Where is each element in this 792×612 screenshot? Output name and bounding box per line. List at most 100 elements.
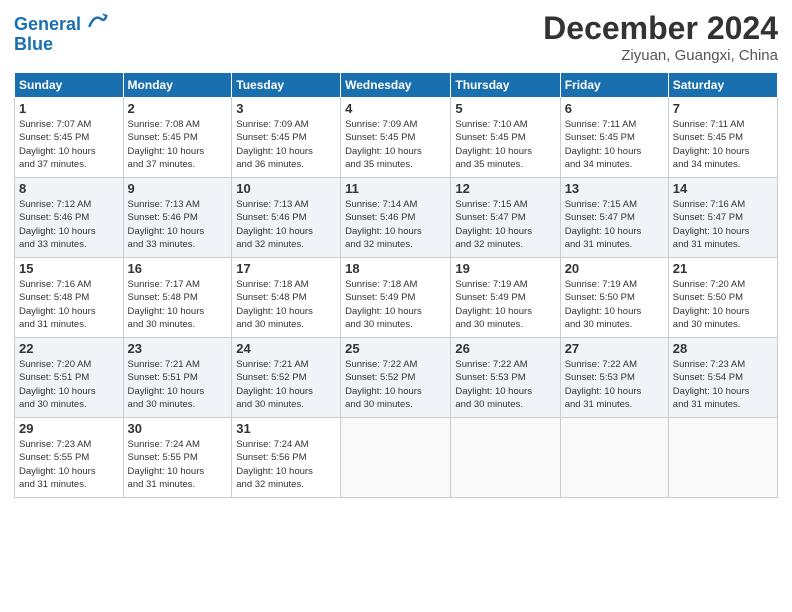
day-info: Sunrise: 7:20 AM Sunset: 5:50 PM Dayligh… bbox=[673, 278, 773, 331]
day-number: 18 bbox=[345, 261, 446, 276]
day-info: Sunrise: 7:09 AM Sunset: 5:45 PM Dayligh… bbox=[345, 118, 446, 171]
day-number: 6 bbox=[565, 101, 664, 116]
day-info: Sunrise: 7:18 AM Sunset: 5:48 PM Dayligh… bbox=[236, 278, 336, 331]
day-number: 16 bbox=[128, 261, 228, 276]
day-number: 14 bbox=[673, 181, 773, 196]
calendar-cell: 7Sunrise: 7:11 AM Sunset: 5:45 PM Daylig… bbox=[668, 98, 777, 178]
calendar-cell: 4 Sunrise: 7:09 AM Sunset: 5:45 PM Daylig… bbox=[341, 98, 451, 178]
calendar-table: Sunday Monday Tuesday Wednesday Thursday… bbox=[14, 72, 778, 498]
page-header: General Blue December 2024 Ziyuan, Guang… bbox=[14, 10, 778, 64]
calendar-cell: 28Sunrise: 7:23 AM Sunset: 5:54 PM Dayli… bbox=[668, 338, 777, 418]
page-container: General Blue December 2024 Ziyuan, Guang… bbox=[0, 0, 792, 508]
day-number: 3 bbox=[236, 101, 336, 116]
calendar-cell: 6 Sunrise: 7:11 AM Sunset: 5:45 PM Daylig… bbox=[560, 98, 668, 178]
calendar-cell: 19Sunrise: 7:19 AM Sunset: 5:49 PM Dayli… bbox=[451, 258, 560, 338]
day-info: Sunrise: 7:21 AM Sunset: 5:51 PM Dayligh… bbox=[128, 358, 228, 411]
day-number: 17 bbox=[236, 261, 336, 276]
calendar-cell: 23 Sunrise: 7:21 AM Sunset: 5:51 PM Dayli… bbox=[123, 338, 232, 418]
day-number: 20 bbox=[565, 261, 664, 276]
calendar-cell: 2Sunrise: 7:08 AM Sunset: 5:45 PM Daylig… bbox=[123, 98, 232, 178]
day-number: 25 bbox=[345, 341, 446, 356]
header-tuesday: Tuesday bbox=[232, 73, 341, 98]
calendar-cell: 29Sunrise: 7:23 AM Sunset: 5:55 PM Dayli… bbox=[15, 418, 124, 498]
calendar-cell: 3 Sunrise: 7:09 AM Sunset: 5:45 PM Daylig… bbox=[232, 98, 341, 178]
calendar-cell: 22 Sunrise: 7:20 AM Sunset: 5:51 PM Dayli… bbox=[15, 338, 124, 418]
calendar-cell: 27 Sunrise: 7:22 AM Sunset: 5:53 PM Dayli… bbox=[560, 338, 668, 418]
title-block: December 2024 Ziyuan, Guangxi, China bbox=[543, 10, 778, 64]
day-info: Sunrise: 7:21 AM Sunset: 5:52 PM Dayligh… bbox=[236, 358, 336, 411]
calendar-cell: 15Sunrise: 7:16 AM Sunset: 5:48 PM Dayli… bbox=[15, 258, 124, 338]
day-info: Sunrise: 7:13 AM Sunset: 5:46 PM Dayligh… bbox=[128, 198, 228, 251]
day-number: 9 bbox=[128, 181, 228, 196]
logo-text: General bbox=[14, 10, 108, 35]
calendar-cell: 21 Sunrise: 7:20 AM Sunset: 5:50 PM Dayli… bbox=[668, 258, 777, 338]
calendar-cell bbox=[668, 418, 777, 498]
header-thursday: Thursday bbox=[451, 73, 560, 98]
day-info: Sunrise: 7:13 AM Sunset: 5:46 PM Dayligh… bbox=[236, 198, 336, 251]
day-number: 5 bbox=[455, 101, 555, 116]
day-info: Sunrise: 7:16 AM Sunset: 5:47 PM Dayligh… bbox=[673, 198, 773, 251]
calendar-header-row: Sunday Monday Tuesday Wednesday Thursday… bbox=[15, 73, 778, 98]
calendar-week-4: 22 Sunrise: 7:20 AM Sunset: 5:51 PM Dayli… bbox=[15, 338, 778, 418]
calendar-cell: 13Sunrise: 7:15 AM Sunset: 5:47 PM Dayli… bbox=[560, 178, 668, 258]
calendar-cell: 16 Sunrise: 7:17 AM Sunset: 5:48 PM Dayli… bbox=[123, 258, 232, 338]
day-number: 12 bbox=[455, 181, 555, 196]
calendar-cell: 11Sunrise: 7:14 AM Sunset: 5:46 PM Dayli… bbox=[341, 178, 451, 258]
calendar-cell bbox=[341, 418, 451, 498]
day-info: Sunrise: 7:19 AM Sunset: 5:50 PM Dayligh… bbox=[565, 278, 664, 331]
header-saturday: Saturday bbox=[668, 73, 777, 98]
day-number: 10 bbox=[236, 181, 336, 196]
calendar-week-3: 15Sunrise: 7:16 AM Sunset: 5:48 PM Dayli… bbox=[15, 258, 778, 338]
calendar-week-1: 1 Sunrise: 7:07 AM Sunset: 5:45 PM Daylig… bbox=[15, 98, 778, 178]
calendar-cell bbox=[451, 418, 560, 498]
day-number: 24 bbox=[236, 341, 336, 356]
day-info: Sunrise: 7:17 AM Sunset: 5:48 PM Dayligh… bbox=[128, 278, 228, 331]
day-number: 8 bbox=[19, 181, 119, 196]
day-info: Sunrise: 7:11 AM Sunset: 5:45 PM Dayligh… bbox=[565, 118, 664, 171]
day-info: Sunrise: 7:19 AM Sunset: 5:49 PM Dayligh… bbox=[455, 278, 555, 331]
calendar-cell: 8 Sunrise: 7:12 AM Sunset: 5:46 PM Daylig… bbox=[15, 178, 124, 258]
day-info: Sunrise: 7:15 AM Sunset: 5:47 PM Dayligh… bbox=[565, 198, 664, 251]
day-number: 4 bbox=[345, 101, 446, 116]
location-subtitle: Ziyuan, Guangxi, China bbox=[543, 47, 778, 64]
calendar-cell: 9 Sunrise: 7:13 AM Sunset: 5:46 PM Daylig… bbox=[123, 178, 232, 258]
day-info: Sunrise: 7:20 AM Sunset: 5:51 PM Dayligh… bbox=[19, 358, 119, 411]
logo-icon bbox=[88, 10, 108, 30]
calendar-cell: 24 Sunrise: 7:21 AM Sunset: 5:52 PM Dayli… bbox=[232, 338, 341, 418]
calendar-cell: 14 Sunrise: 7:16 AM Sunset: 5:47 PM Dayli… bbox=[668, 178, 777, 258]
calendar-cell: 20 Sunrise: 7:19 AM Sunset: 5:50 PM Dayli… bbox=[560, 258, 668, 338]
month-title: December 2024 bbox=[543, 10, 778, 47]
day-info: Sunrise: 7:12 AM Sunset: 5:46 PM Dayligh… bbox=[19, 198, 119, 251]
day-info: Sunrise: 7:22 AM Sunset: 5:53 PM Dayligh… bbox=[565, 358, 664, 411]
calendar-cell: 18Sunrise: 7:18 AM Sunset: 5:49 PM Dayli… bbox=[341, 258, 451, 338]
calendar-cell: 12 Sunrise: 7:15 AM Sunset: 5:47 PM Dayli… bbox=[451, 178, 560, 258]
day-info: Sunrise: 7:11 AM Sunset: 5:45 PM Dayligh… bbox=[673, 118, 773, 171]
calendar-cell: 25Sunrise: 7:22 AM Sunset: 5:52 PM Dayli… bbox=[341, 338, 451, 418]
logo-subtext: Blue bbox=[14, 35, 108, 55]
day-info: Sunrise: 7:09 AM Sunset: 5:45 PM Dayligh… bbox=[236, 118, 336, 171]
day-number: 27 bbox=[565, 341, 664, 356]
calendar-cell: 1 Sunrise: 7:07 AM Sunset: 5:45 PM Daylig… bbox=[15, 98, 124, 178]
day-number: 23 bbox=[128, 341, 228, 356]
calendar-cell: 10 Sunrise: 7:13 AM Sunset: 5:46 PM Dayli… bbox=[232, 178, 341, 258]
calendar-cell: 5 Sunrise: 7:10 AM Sunset: 5:45 PM Daylig… bbox=[451, 98, 560, 178]
logo: General Blue bbox=[14, 10, 108, 55]
calendar-cell: 26Sunrise: 7:22 AM Sunset: 5:53 PM Dayli… bbox=[451, 338, 560, 418]
day-info: Sunrise: 7:10 AM Sunset: 5:45 PM Dayligh… bbox=[455, 118, 555, 171]
day-number: 22 bbox=[19, 341, 119, 356]
day-number: 21 bbox=[673, 261, 773, 276]
day-info: Sunrise: 7:23 AM Sunset: 5:54 PM Dayligh… bbox=[673, 358, 773, 411]
day-number: 2 bbox=[128, 101, 228, 116]
day-number: 26 bbox=[455, 341, 555, 356]
day-number: 29 bbox=[19, 421, 119, 436]
day-info: Sunrise: 7:07 AM Sunset: 5:45 PM Dayligh… bbox=[19, 118, 119, 171]
calendar-week-5: 29Sunrise: 7:23 AM Sunset: 5:55 PM Dayli… bbox=[15, 418, 778, 498]
header-sunday: Sunday bbox=[15, 73, 124, 98]
header-friday: Friday bbox=[560, 73, 668, 98]
day-info: Sunrise: 7:15 AM Sunset: 5:47 PM Dayligh… bbox=[455, 198, 555, 251]
day-info: Sunrise: 7:24 AM Sunset: 5:56 PM Dayligh… bbox=[236, 438, 336, 491]
calendar-cell: 17 Sunrise: 7:18 AM Sunset: 5:48 PM Dayli… bbox=[232, 258, 341, 338]
day-number: 30 bbox=[128, 421, 228, 436]
day-number: 1 bbox=[19, 101, 119, 116]
header-monday: Monday bbox=[123, 73, 232, 98]
